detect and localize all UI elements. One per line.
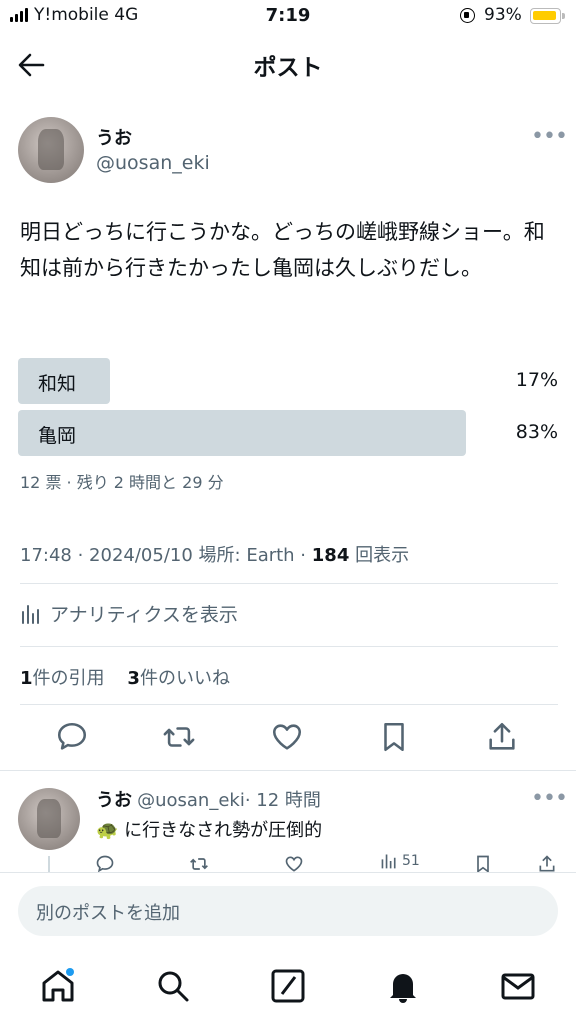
rotation-lock-icon [460, 8, 475, 23]
reply-author-handle[interactable]: @uosan_eki [137, 790, 245, 811]
reply-like-icon[interactable] [284, 854, 304, 874]
reply-emoji: 🐢 [96, 820, 119, 841]
reply-header: うお @uosan_eki· 12 時間 [96, 786, 321, 812]
author-handle[interactable]: @uosan_eki [96, 152, 210, 174]
poll-option-1: 和知 17% [18, 358, 558, 404]
quotes-link[interactable]: 1件の引用 [20, 668, 105, 689]
search-icon[interactable] [155, 968, 191, 1004]
quotes-count: 1 [20, 668, 33, 689]
views-label: 回表示 [349, 545, 410, 566]
messages-icon[interactable] [500, 968, 536, 1004]
post-timestamp[interactable]: 17:48 · 2024/05/10 [20, 545, 193, 566]
status-bar: Y!mobile 4G 7:19 93% [0, 0, 576, 32]
divider [20, 583, 558, 584]
author-name[interactable]: うお [96, 124, 132, 150]
repost-icon[interactable] [162, 720, 196, 754]
grok-icon[interactable] [270, 968, 306, 1004]
reply-views-count: 51 [402, 853, 420, 869]
poll-option-percent: 17% [515, 369, 558, 391]
likes-count: 3 [127, 668, 140, 689]
add-post-input[interactable]: 別のポストを追加 [18, 886, 558, 936]
quotes-label: 件の引用 [32, 668, 105, 689]
home-icon[interactable] [40, 968, 76, 1004]
battery-percent: 93% [484, 5, 522, 25]
analytics-icon [22, 604, 39, 624]
poll-option-2: 亀岡 83% [18, 410, 558, 456]
reply-reply-icon[interactable] [95, 854, 115, 874]
post-meta: 17:48 · 2024/05/10 場所: Earth · 184 回表示 [20, 541, 409, 567]
reply-repost-icon[interactable] [189, 854, 209, 874]
post-location: 場所: Earth · [198, 545, 312, 566]
likes-label: 件のいいね [139, 668, 230, 689]
reply-share-icon[interactable] [537, 854, 557, 874]
likes-link[interactable]: 3件のいいね [127, 668, 230, 689]
views-icon [381, 854, 396, 869]
divider [20, 704, 558, 705]
view-analytics-link[interactable]: アナリティクスを表示 [20, 600, 238, 627]
reply-avatar[interactable] [18, 788, 80, 850]
engagement-counts: 1件の引用 3件のいいね [20, 664, 230, 690]
reply-views[interactable]: 51 [380, 852, 420, 870]
reply-text-body: に行きなされ勢が圧倒的 [124, 820, 323, 841]
page-title: ポスト [253, 55, 323, 81]
avatar[interactable] [18, 117, 84, 183]
poll-option-label: 和知 [38, 373, 77, 395]
reply-more-icon[interactable]: ••• [531, 786, 568, 811]
compose-placeholder: 別のポストを追加 [36, 903, 180, 924]
more-options-icon[interactable]: ••• [531, 124, 568, 149]
post-text: 明日どっちに行こうかな。どっちの嵯峨野線ショー。和知は前から行きたかったし亀岡は… [20, 220, 545, 280]
like-icon[interactable] [270, 720, 304, 754]
divider [20, 646, 558, 647]
share-icon[interactable] [485, 720, 519, 754]
notifications-icon[interactable] [385, 968, 421, 1004]
poll-option-label: 亀岡 [38, 425, 77, 447]
reply-bookmark-icon[interactable] [473, 854, 493, 874]
bookmark-icon[interactable] [377, 720, 411, 754]
poll-option-percent: 83% [515, 421, 558, 443]
poll-bar [18, 410, 466, 456]
views-count: 184 [311, 545, 350, 566]
reply-icon[interactable] [55, 720, 89, 754]
analytics-label: アナリティクスを表示 [50, 604, 238, 626]
battery-icon [530, 8, 565, 24]
reply-author-name[interactable]: うお [96, 790, 132, 811]
reply-text: 🐢 に行きなされ勢が圧倒的 [96, 816, 322, 842]
reply-time: · 12 時間 [244, 790, 321, 811]
divider [0, 770, 576, 771]
poll-meta: 12 票 · 残り 2 時間と 29 分 [20, 473, 224, 492]
